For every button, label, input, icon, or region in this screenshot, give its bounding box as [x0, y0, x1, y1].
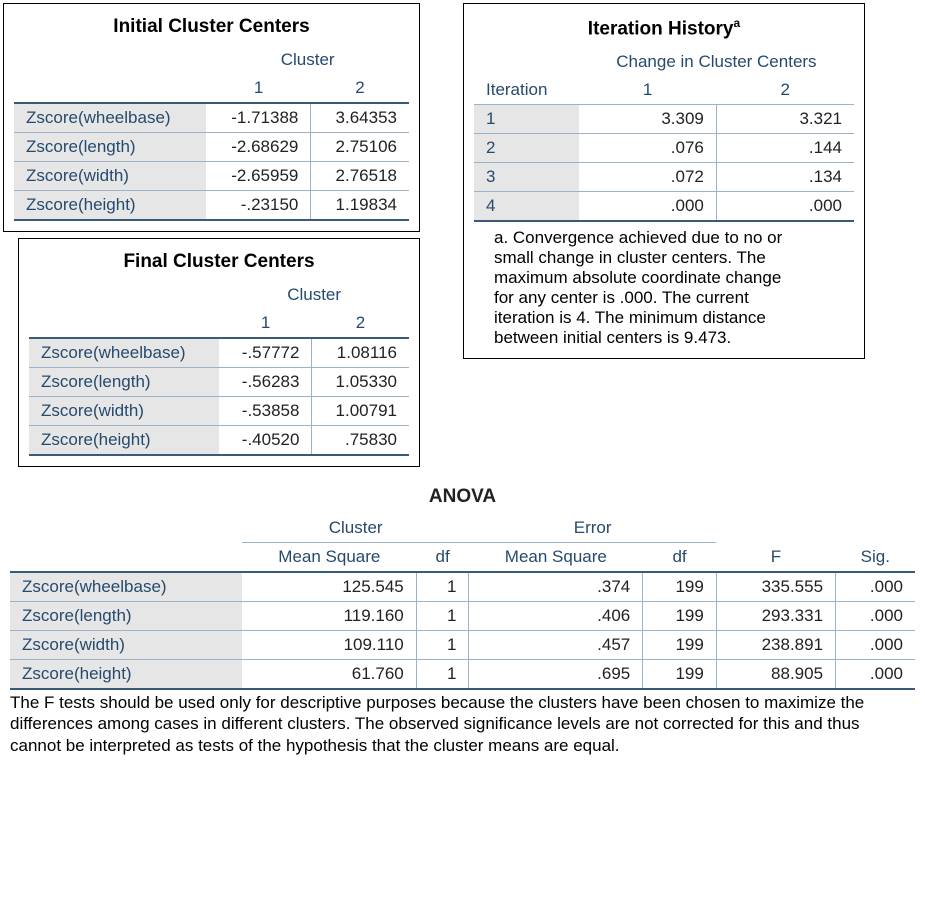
cell: 119.160	[242, 602, 416, 631]
anova-footnote: The F tests should be used only for desc…	[10, 690, 915, 766]
cell: 2.75106	[311, 133, 409, 162]
final-spanner: Cluster	[219, 281, 409, 309]
cell: 88.905	[716, 660, 835, 690]
cell: -.23150	[206, 191, 311, 221]
cell: 199	[643, 631, 717, 660]
cell: .000	[836, 631, 915, 660]
cell: 1.08116	[312, 338, 409, 368]
col-sig: Sig.	[836, 543, 915, 573]
cell: 1.19834	[311, 191, 409, 221]
cell: 1	[416, 660, 469, 690]
cell: 335.555	[716, 572, 835, 602]
cell: .000	[579, 192, 717, 222]
anova-table: ANOVA Cluster Error Mean Square df Mean …	[10, 476, 915, 766]
row-label: Zscore(length)	[10, 602, 242, 631]
iter-footnote: a. Convergence achieved due to no or sma…	[474, 222, 794, 348]
cell: 1	[416, 572, 469, 602]
cell: .000	[836, 602, 915, 631]
anova-span-error: Error	[469, 514, 716, 543]
col-ms: Mean Square	[469, 543, 643, 573]
final-cluster-centers-table: Final Cluster Centers Cluster 1 2 Zscore…	[18, 238, 420, 467]
initial-title: Initial Cluster Centers	[14, 10, 409, 46]
iter-num: 2	[474, 134, 579, 163]
cell: .695	[469, 660, 643, 690]
row-label: Zscore(height)	[29, 426, 219, 456]
cell: 238.891	[716, 631, 835, 660]
col-1: 1	[579, 76, 717, 105]
row-label: Zscore(wheelbase)	[29, 338, 219, 368]
cell: 293.331	[716, 602, 835, 631]
anova-title: ANOVA	[10, 476, 915, 514]
row-label: Zscore(wheelbase)	[10, 572, 242, 602]
row-label: Zscore(length)	[14, 133, 206, 162]
iter-num: 3	[474, 163, 579, 192]
cell: 2.76518	[311, 162, 409, 191]
cell: 1.05330	[312, 368, 409, 397]
iter-title: Iteration Historya	[474, 10, 854, 48]
col-df: df	[416, 543, 469, 573]
cell: 61.760	[242, 660, 416, 690]
row-label: Zscore(height)	[14, 191, 206, 221]
col-2: 2	[312, 309, 409, 338]
iter-sup: a	[734, 16, 741, 30]
cell: .374	[469, 572, 643, 602]
initial-cluster-centers-table: Initial Cluster Centers Cluster 1 2 Zsco…	[3, 3, 420, 232]
col-2: 2	[311, 74, 409, 103]
cell: 1	[416, 602, 469, 631]
row-label: Zscore(width)	[14, 162, 206, 191]
cell: 199	[643, 572, 717, 602]
cell: -.40520	[219, 426, 312, 456]
cell: 109.110	[242, 631, 416, 660]
cell: 199	[643, 602, 717, 631]
cell: 199	[643, 660, 717, 690]
cell: .406	[469, 602, 643, 631]
col-F: F	[716, 543, 835, 573]
final-title: Final Cluster Centers	[29, 245, 409, 281]
row-label: Zscore(width)	[29, 397, 219, 426]
initial-spanner: Cluster	[206, 46, 409, 74]
cell: 3.64353	[311, 103, 409, 133]
cell: -.57772	[219, 338, 312, 368]
anova-span-cluster: Cluster	[242, 514, 468, 543]
iter-num: 4	[474, 192, 579, 222]
cell: .000	[716, 192, 854, 222]
cell: .076	[579, 134, 717, 163]
cell: .072	[579, 163, 717, 192]
cell: -.56283	[219, 368, 312, 397]
cell: -.53858	[219, 397, 312, 426]
cell: 3.309	[579, 105, 717, 134]
cell: -1.71388	[206, 103, 311, 133]
cell: 125.545	[242, 572, 416, 602]
cell: .000	[836, 660, 915, 690]
iter-col-label: Iteration	[474, 76, 579, 105]
col-ms: Mean Square	[242, 543, 416, 573]
col-1: 1	[206, 74, 311, 103]
row-label: Zscore(wheelbase)	[14, 103, 206, 133]
cell: 3.321	[716, 105, 854, 134]
row-label: Zscore(width)	[10, 631, 242, 660]
cell: 1	[416, 631, 469, 660]
row-label: Zscore(length)	[29, 368, 219, 397]
col-1: 1	[219, 309, 312, 338]
col-df: df	[643, 543, 717, 573]
row-label: Zscore(height)	[10, 660, 242, 690]
iter-num: 1	[474, 105, 579, 134]
iter-spanner: Change in Cluster Centers	[579, 48, 854, 76]
cell: .134	[716, 163, 854, 192]
cell: .144	[716, 134, 854, 163]
cell: .75830	[312, 426, 409, 456]
cell: .000	[836, 572, 915, 602]
col-2: 2	[716, 76, 854, 105]
cell: -2.65959	[206, 162, 311, 191]
iter-title-text: Iteration History	[588, 18, 734, 39]
cell: 1.00791	[312, 397, 409, 426]
cell: .457	[469, 631, 643, 660]
iteration-history-table: Iteration Historya Change in Cluster Cen…	[463, 3, 865, 359]
cell: -2.68629	[206, 133, 311, 162]
